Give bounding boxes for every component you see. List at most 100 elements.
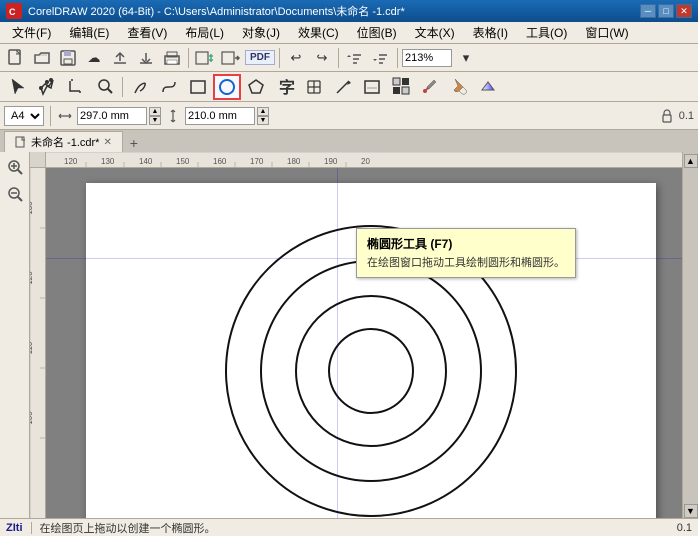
menu-item-2[interactable]: 查看(V) (119, 22, 175, 43)
separator (188, 48, 189, 68)
width-increment[interactable]: ▲ (149, 107, 161, 116)
svg-text:180: 180 (287, 157, 301, 166)
open-button[interactable] (30, 46, 54, 70)
interactive-fill-tool[interactable] (474, 74, 502, 100)
print-button[interactable] (160, 46, 184, 70)
drawing-toolbar: 字 (0, 72, 698, 102)
pdf-button[interactable]: PDF (245, 50, 275, 65)
status-sep (31, 522, 32, 534)
rectangle-tool[interactable] (184, 74, 212, 100)
export-button[interactable] (219, 46, 243, 70)
svg-text:110: 110 (30, 341, 34, 354)
menu-item-7[interactable]: 文本(X) (407, 22, 463, 43)
svg-text:170: 170 (250, 157, 264, 166)
tooltip-title: 椭圆形工具 (F7) (367, 235, 565, 252)
svg-text:130: 130 (30, 201, 34, 215)
table-tool[interactable] (300, 74, 328, 100)
selection-tool[interactable] (4, 74, 32, 100)
zoom-tool[interactable] (91, 74, 119, 100)
maximize-button[interactable]: □ (658, 4, 674, 18)
width-spin: ▲ ▼ (149, 107, 161, 125)
menu-item-9[interactable]: 工具(O) (518, 22, 575, 43)
menu-item-0[interactable]: 文件(F) (4, 22, 59, 43)
svg-text:字: 字 (279, 78, 295, 97)
page-size-select[interactable]: A4 (4, 106, 44, 126)
tab-close-button[interactable]: ✕ (103, 137, 111, 148)
menu-item-1[interactable]: 编辑(E) (61, 22, 117, 43)
svg-text:140: 140 (139, 157, 153, 166)
sort-asc-button[interactable] (343, 46, 367, 70)
polygon-tool[interactable] (242, 74, 270, 100)
crop-tool[interactable] (62, 74, 90, 100)
separator2 (279, 48, 280, 68)
width-icon (57, 108, 73, 124)
canvas-area[interactable]: 120 130 140 150 160 170 180 190 20 (30, 152, 682, 518)
sort-desc-button[interactable] (369, 46, 393, 70)
separator (50, 106, 51, 126)
svg-text:150: 150 (176, 157, 190, 166)
main-area: 120 130 140 150 160 170 180 190 20 (0, 152, 698, 518)
dimension-tool[interactable] (358, 74, 386, 100)
close-button[interactable]: ✕ (676, 4, 692, 18)
svg-text:C: C (9, 7, 16, 17)
standard-toolbar: ☁ PDF ↩ ↪ ▾ (0, 44, 698, 72)
import-button[interactable] (193, 46, 217, 70)
svg-text:120: 120 (64, 157, 78, 166)
ellipse-tool[interactable] (213, 74, 241, 100)
height-icon (165, 108, 181, 124)
status-info: 在绘图页上拖动以创建一个椭圆形。 (40, 520, 216, 536)
zoom-input[interactable] (402, 49, 452, 67)
text-tool[interactable]: 字 (271, 74, 299, 100)
right-scrollbar[interactable]: ▲ ▼ (682, 152, 698, 518)
new-tab-button[interactable]: + (125, 134, 143, 152)
bezier-tool[interactable] (155, 74, 183, 100)
height-spin: ▲ ▼ (257, 107, 269, 125)
scroll-down-button[interactable]: ▼ (684, 504, 698, 518)
new-button[interactable] (4, 46, 28, 70)
tab-bar: 未命名 -1.cdr* ✕ + (0, 130, 698, 152)
menu-item-8[interactable]: 表格(I) (465, 22, 516, 43)
menu-item-3[interactable]: 布局(L) (177, 22, 232, 43)
undo-button[interactable]: ↩ (284, 46, 308, 70)
menu-item-6[interactable]: 位图(B) (349, 22, 405, 43)
height-decrement[interactable]: ▼ (257, 116, 269, 125)
freehand-tool[interactable] (126, 74, 154, 100)
scroll-up-button[interactable]: ▲ (684, 154, 698, 168)
height-input[interactable] (185, 107, 255, 125)
menu-item-10[interactable]: 窗口(W) (577, 22, 636, 43)
ruler-v-marks: 130 120 110 100 (30, 168, 46, 518)
coord-value: 0.1 (679, 110, 694, 122)
menu-bar: 文件(F)编辑(E)查看(V)布局(L)对象(J)效果(C)位图(B)文本(X)… (0, 22, 698, 44)
separator4 (397, 48, 398, 68)
separator (122, 77, 123, 97)
pattern-tool[interactable] (387, 74, 415, 100)
width-input[interactable] (77, 107, 147, 125)
menu-item-5[interactable]: 效果(C) (290, 22, 347, 43)
eyedropper-tool[interactable] (416, 74, 444, 100)
shape-tool[interactable] (33, 74, 61, 100)
canvas[interactable]: 椭圆形工具 (F7) 在绘图窗口拖动工具绘制圆形和椭圆形。 (46, 168, 682, 518)
minimize-button[interactable]: ─ (640, 4, 656, 18)
height-increment[interactable]: ▲ (257, 107, 269, 116)
connector-tool[interactable] (329, 74, 357, 100)
download-button[interactable] (134, 46, 158, 70)
zoom-dropdown[interactable]: ▾ (454, 46, 478, 70)
left-zoom-out[interactable] (2, 181, 28, 207)
separator3 (338, 48, 339, 68)
document-tab[interactable]: 未命名 -1.cdr* ✕ (4, 131, 123, 152)
save-button[interactable] (56, 46, 80, 70)
height-group: ▲ ▼ (185, 107, 269, 125)
fill-tool[interactable] (445, 74, 473, 100)
property-bar: A4 ▲ ▼ ▲ ▼ 0.1 (0, 102, 698, 130)
tooltip: 椭圆形工具 (F7) 在绘图窗口拖动工具绘制圆形和椭圆形。 (356, 228, 576, 278)
menu-item-4[interactable]: 对象(J) (234, 22, 288, 43)
left-zoom-in[interactable] (2, 154, 28, 180)
upload-button[interactable] (108, 46, 132, 70)
width-group: ▲ ▼ (77, 107, 161, 125)
drawing-area[interactable]: 130 120 110 100 (30, 168, 682, 518)
app-icon: C (6, 3, 22, 19)
width-decrement[interactable]: ▼ (149, 116, 161, 125)
svg-text:20: 20 (361, 157, 370, 166)
redo-button[interactable]: ↪ (310, 46, 334, 70)
cloud-button[interactable]: ☁ (82, 46, 106, 70)
